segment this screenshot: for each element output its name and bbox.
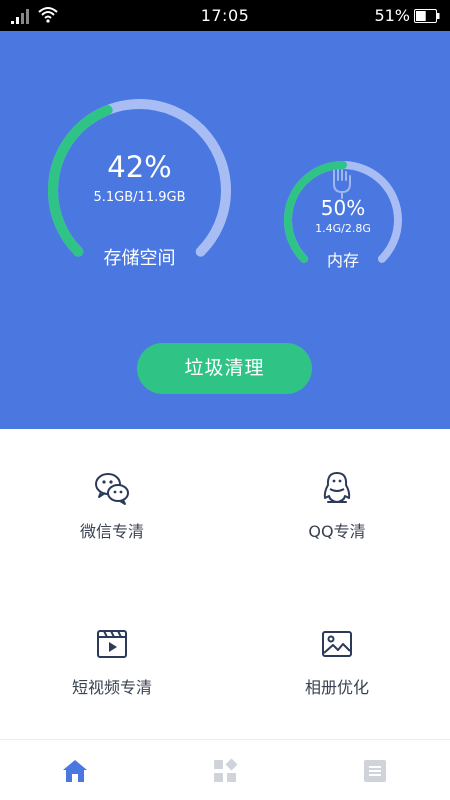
memory-percent: 50%: [320, 196, 366, 220]
apps-grid-icon[interactable]: [210, 756, 240, 786]
wechat-clean-item[interactable]: 微信专清: [37, 470, 187, 542]
photo-album-icon: [322, 631, 352, 657]
storage-label: 存储空间: [103, 248, 176, 269]
album-optimize-label: 相册优化: [304, 678, 369, 697]
battery-icon: [414, 9, 440, 23]
video-clapper-icon: [97, 630, 127, 658]
storage-percent: 42%: [107, 150, 172, 184]
memory-gauge: 50% 1.4G/2.8G 内存: [283, 160, 403, 280]
battery-percent: 51%: [374, 6, 410, 25]
album-optimize-item[interactable]: 相册优化: [262, 626, 412, 698]
memory-label: 内存: [326, 251, 359, 270]
qq-penguin-icon: [323, 472, 351, 503]
junk-clean-button[interactable]: 垃圾清理: [137, 343, 312, 394]
bottom-tab-bar: [0, 739, 450, 800]
list-icon[interactable]: [360, 756, 390, 786]
storage-detail: 5.1GB/11.9GB: [93, 190, 186, 205]
storage-gauge: 42% 5.1GB/11.9GB 存储空间: [47, 98, 232, 283]
qq-clean-item[interactable]: QQ专清: [262, 470, 412, 542]
short-video-clean-item[interactable]: 短视频专清: [37, 626, 187, 698]
status-bar: 17:05 51%: [0, 0, 450, 31]
home-icon[interactable]: [60, 756, 90, 786]
wechat-icon: [95, 473, 129, 505]
short-video-clean-label: 短视频专清: [71, 678, 152, 697]
qq-clean-label: QQ专清: [308, 522, 366, 541]
memory-detail: 1.4G/2.8G: [315, 222, 371, 235]
wechat-clean-label: 微信专清: [79, 522, 144, 541]
